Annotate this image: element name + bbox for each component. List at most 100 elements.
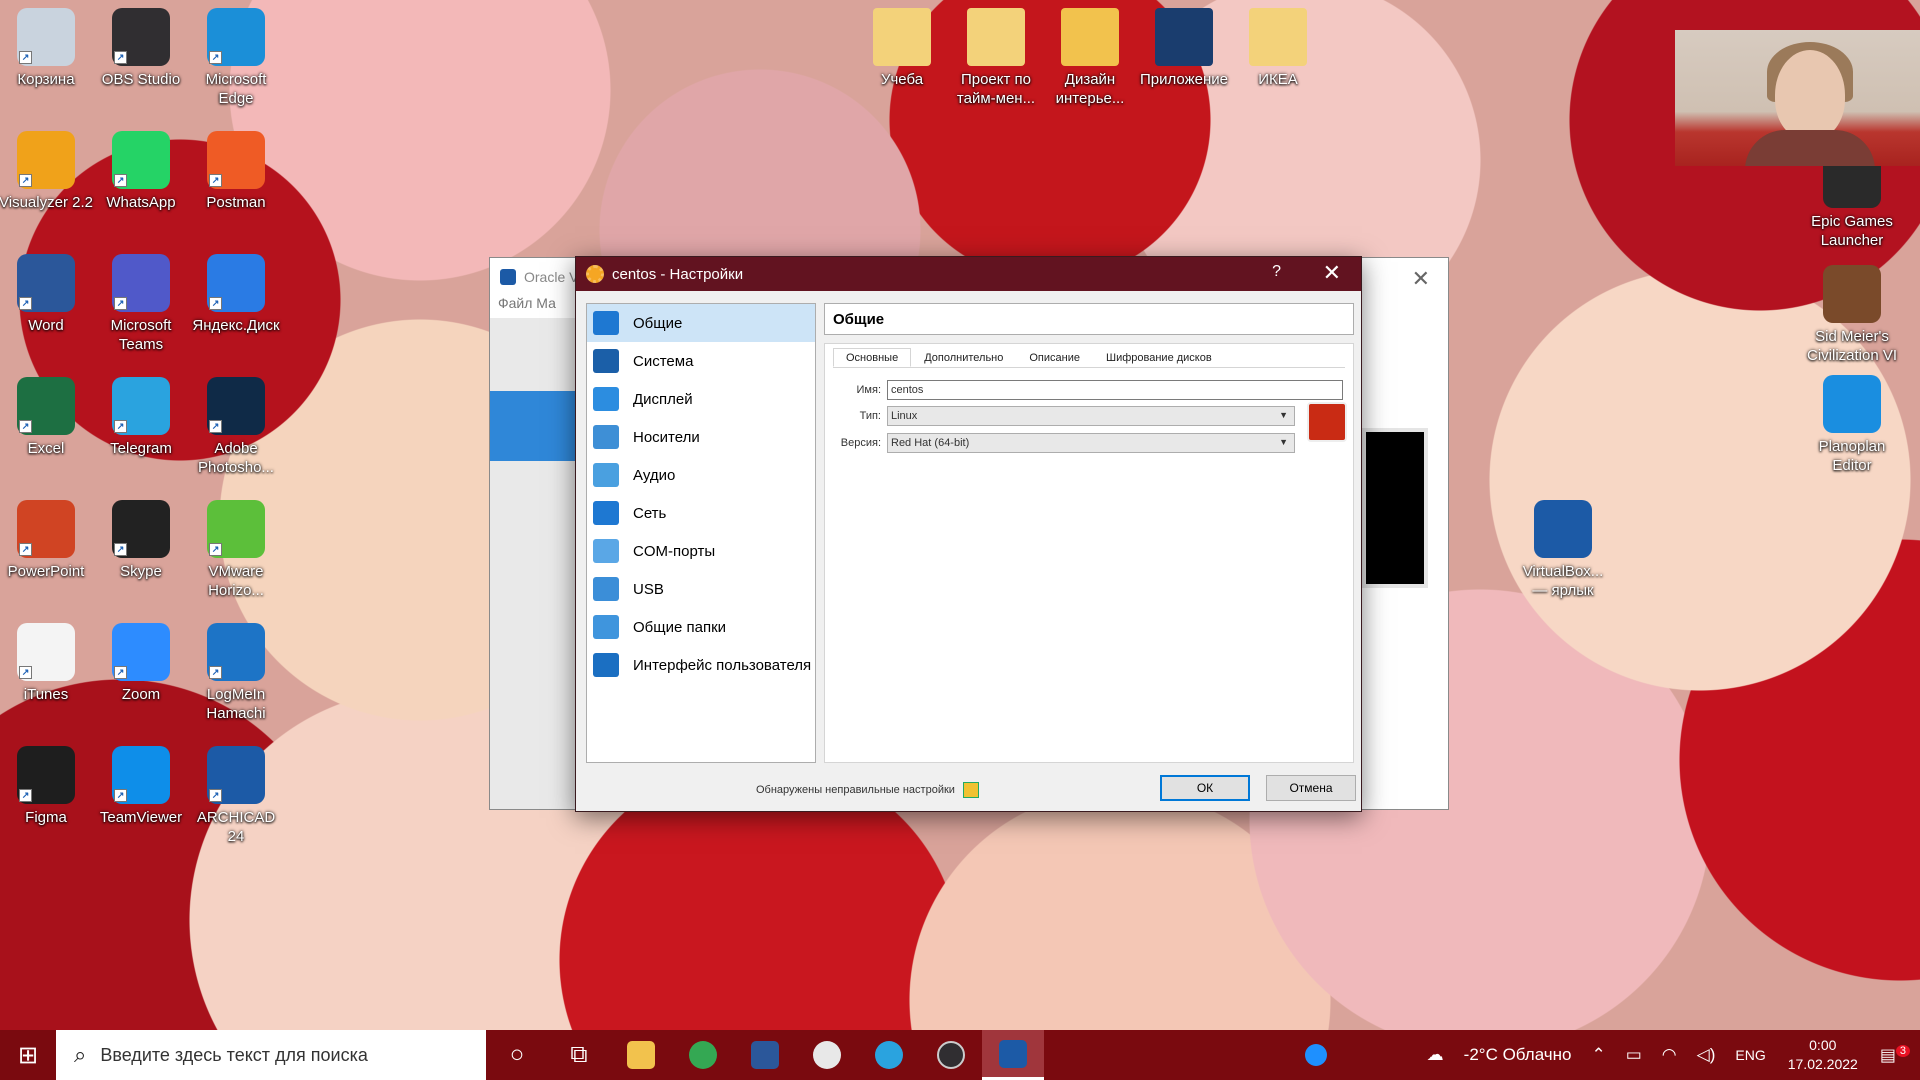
desktop-icon-label: Microsoft Teams <box>110 317 172 353</box>
taskbar-virtualbox[interactable] <box>982 1030 1044 1080</box>
cortana-icon[interactable]: ○ <box>486 1030 548 1080</box>
chrome-icon <box>689 1041 717 1069</box>
notifications-icon[interactable]: ▤ 3 <box>1880 1044 1910 1066</box>
virtualbox-icon <box>999 1039 1027 1068</box>
taskbar-explorer[interactable] <box>610 1030 672 1080</box>
desktop-file-icon[interactable]: Учеба <box>854 8 950 89</box>
nav-item[interactable]: Носители <box>587 418 815 456</box>
chevron-up-icon[interactable]: ⌃ <box>1591 1045 1605 1065</box>
desktop-icon-label: Учеба <box>880 71 924 88</box>
version-row: Версия: Red Hat (64-bit) ▼ <box>833 433 1295 453</box>
desktop-icon[interactable]: ↗ Яндекс.Диск <box>188 254 284 335</box>
telegram-icon: ↗ <box>112 377 170 435</box>
desktop-icon[interactable]: ↗ Adobe Photosho... <box>188 377 284 477</box>
version-select[interactable]: Red Hat (64-bit) ▼ <box>887 433 1295 453</box>
taskbar-word[interactable] <box>734 1030 796 1080</box>
desktop-icon-label: Microsoft Edge <box>205 71 267 107</box>
settings-dialog[interactable]: centos - Настройки ? ✕ Общие Система Дис… <box>575 256 1362 812</box>
webcam-overlay <box>1675 30 1920 166</box>
desktop-icon-label: Word <box>28 317 64 334</box>
virtualbox-icon <box>1534 500 1592 558</box>
weather-text[interactable]: -2°C Облачно <box>1464 1045 1572 1065</box>
shortcut-arrow-icon: ↗ <box>114 51 127 64</box>
taskbar-telegram[interactable] <box>858 1030 920 1080</box>
task-view-icon[interactable]: ⧉ <box>548 1030 610 1080</box>
nav-item[interactable]: USB <box>587 570 815 608</box>
taskbar-obs[interactable] <box>920 1030 982 1080</box>
desktop-icon[interactable]: ↗ ARCHICAD 24 <box>188 746 284 846</box>
desktop-icon[interactable]: ↗ Skype <box>93 500 189 581</box>
nav-item[interactable]: Интерфейс пользователя <box>587 646 815 684</box>
desktop-icon[interactable]: ↗ PowerPoint <box>0 500 94 581</box>
folder-icon <box>1061 8 1119 66</box>
desktop-icon[interactable]: ↗ Figma <box>0 746 94 827</box>
desktop-icon[interactable]: ↗ Microsoft Edge <box>188 8 284 108</box>
volume-icon[interactable]: ◁) <box>1697 1045 1716 1065</box>
shortcut-arrow-icon: ↗ <box>114 789 127 802</box>
weather-cloud-icon[interactable]: ☁ <box>1427 1045 1444 1065</box>
warning-icon[interactable] <box>962 782 979 798</box>
taskbar-paint[interactable] <box>796 1030 858 1080</box>
ikea-file-icon <box>1249 8 1307 66</box>
desktop-file-icon[interactable]: ИКЕА <box>1230 8 1326 89</box>
desktop-icon-label: Excel <box>27 440 65 457</box>
desktop-icon[interactable]: ↗ Корзина <box>0 8 94 89</box>
nav-item[interactable]: Сеть <box>587 494 815 532</box>
cancel-button[interactable]: Отмена <box>1266 775 1356 801</box>
desktop-file-icon[interactable]: Дизайн интерье... <box>1042 8 1138 108</box>
settings-tab[interactable]: Основные <box>833 348 912 367</box>
vmware-horizon-icon: ↗ <box>207 500 265 558</box>
type-select[interactable]: Linux ▼ <box>887 406 1295 426</box>
battery-icon[interactable]: ▭ <box>1626 1045 1642 1065</box>
manager-close-icon[interactable]: ✕ <box>1412 266 1430 292</box>
display-icon <box>593 387 619 411</box>
manager-vm-selected[interactable] <box>490 391 575 461</box>
desktop-icon[interactable]: ↗ VMware Horizo... <box>188 500 284 600</box>
close-button[interactable]: ✕ <box>1323 260 1341 286</box>
clock[interactable]: 0:00 17.02.2022 <box>1788 1036 1858 1074</box>
desktop-icon[interactable]: ↗ WhatsApp <box>93 131 189 212</box>
network-icon <box>593 501 619 525</box>
desktop-file-icon[interactable]: Проект по тайм-мен... <box>948 8 1044 108</box>
chevron-down-icon: ▼ <box>1279 437 1288 447</box>
settings-tab[interactable]: Дополнительно <box>911 348 1016 367</box>
nav-item[interactable]: Дисплей <box>587 380 815 418</box>
wifi-icon[interactable]: ◠ <box>1662 1045 1677 1065</box>
desktop-icon[interactable]: VirtualBox... — ярлык <box>1515 500 1611 600</box>
invalid-settings-warning: Обнаружены неправильные настройки <box>756 782 979 798</box>
desktop-icon[interactable]: Sid Meier's Civilization VI <box>1804 265 1900 365</box>
nav-item[interactable]: Общие <box>587 304 815 342</box>
desktop-icon[interactable]: ↗ Zoom <box>93 623 189 704</box>
search-icon: ⌕ <box>74 1042 87 1067</box>
desktop-icon[interactable]: ↗ Excel <box>0 377 94 458</box>
desktop-icon[interactable]: ↗ OBS Studio <box>93 8 189 89</box>
desktop-icon[interactable]: ↗ iTunes <box>0 623 94 704</box>
ok-button[interactable]: ОК <box>1160 775 1250 801</box>
manager-title-text: Oracle V <box>524 268 579 285</box>
taskbar-search[interactable]: ⌕ Введите здесь текст для поиска <box>56 1030 486 1080</box>
desktop-icon[interactable]: ↗ LogMeIn Hamachi <box>188 623 284 723</box>
desktop-icon[interactable]: ↗ Microsoft Teams <box>93 254 189 354</box>
settings-tab[interactable]: Описание <box>1016 348 1093 367</box>
settings-gear-icon <box>586 265 604 283</box>
taskbar-chrome[interactable] <box>672 1030 734 1080</box>
desktop-icon[interactable]: ↗ Visualyzer 2.2 <box>0 131 94 212</box>
nav-item[interactable]: Система <box>587 342 815 380</box>
desktop-icon[interactable]: ↗ TeamViewer <box>93 746 189 827</box>
desktop-icon-label: Корзина <box>17 71 75 88</box>
desktop-icon[interactable]: ↗ Postman <box>188 131 284 212</box>
nav-item[interactable]: Общие папки <box>587 608 815 646</box>
desktop-icon[interactable]: ↗ Word <box>0 254 94 335</box>
name-input[interactable]: centos <box>887 380 1343 400</box>
help-icon[interactable] <box>1304 1044 1327 1066</box>
nav-item[interactable]: COM-порты <box>587 532 815 570</box>
start-button[interactable]: ⊞ <box>0 1030 56 1080</box>
settings-tab[interactable]: Шифрование дисков <box>1093 348 1225 367</box>
desktop-icon[interactable]: ↗ Telegram <box>93 377 189 458</box>
help-button[interactable]: ? <box>1272 263 1281 281</box>
desktop-icon[interactable]: Planoplan Editor <box>1804 375 1900 475</box>
nav-item[interactable]: Аудио <box>587 456 815 494</box>
language-indicator[interactable]: ENG <box>1735 1047 1765 1063</box>
shortcut-arrow-icon: ↗ <box>209 174 222 187</box>
desktop-file-icon[interactable]: Приложение <box>1136 8 1232 89</box>
